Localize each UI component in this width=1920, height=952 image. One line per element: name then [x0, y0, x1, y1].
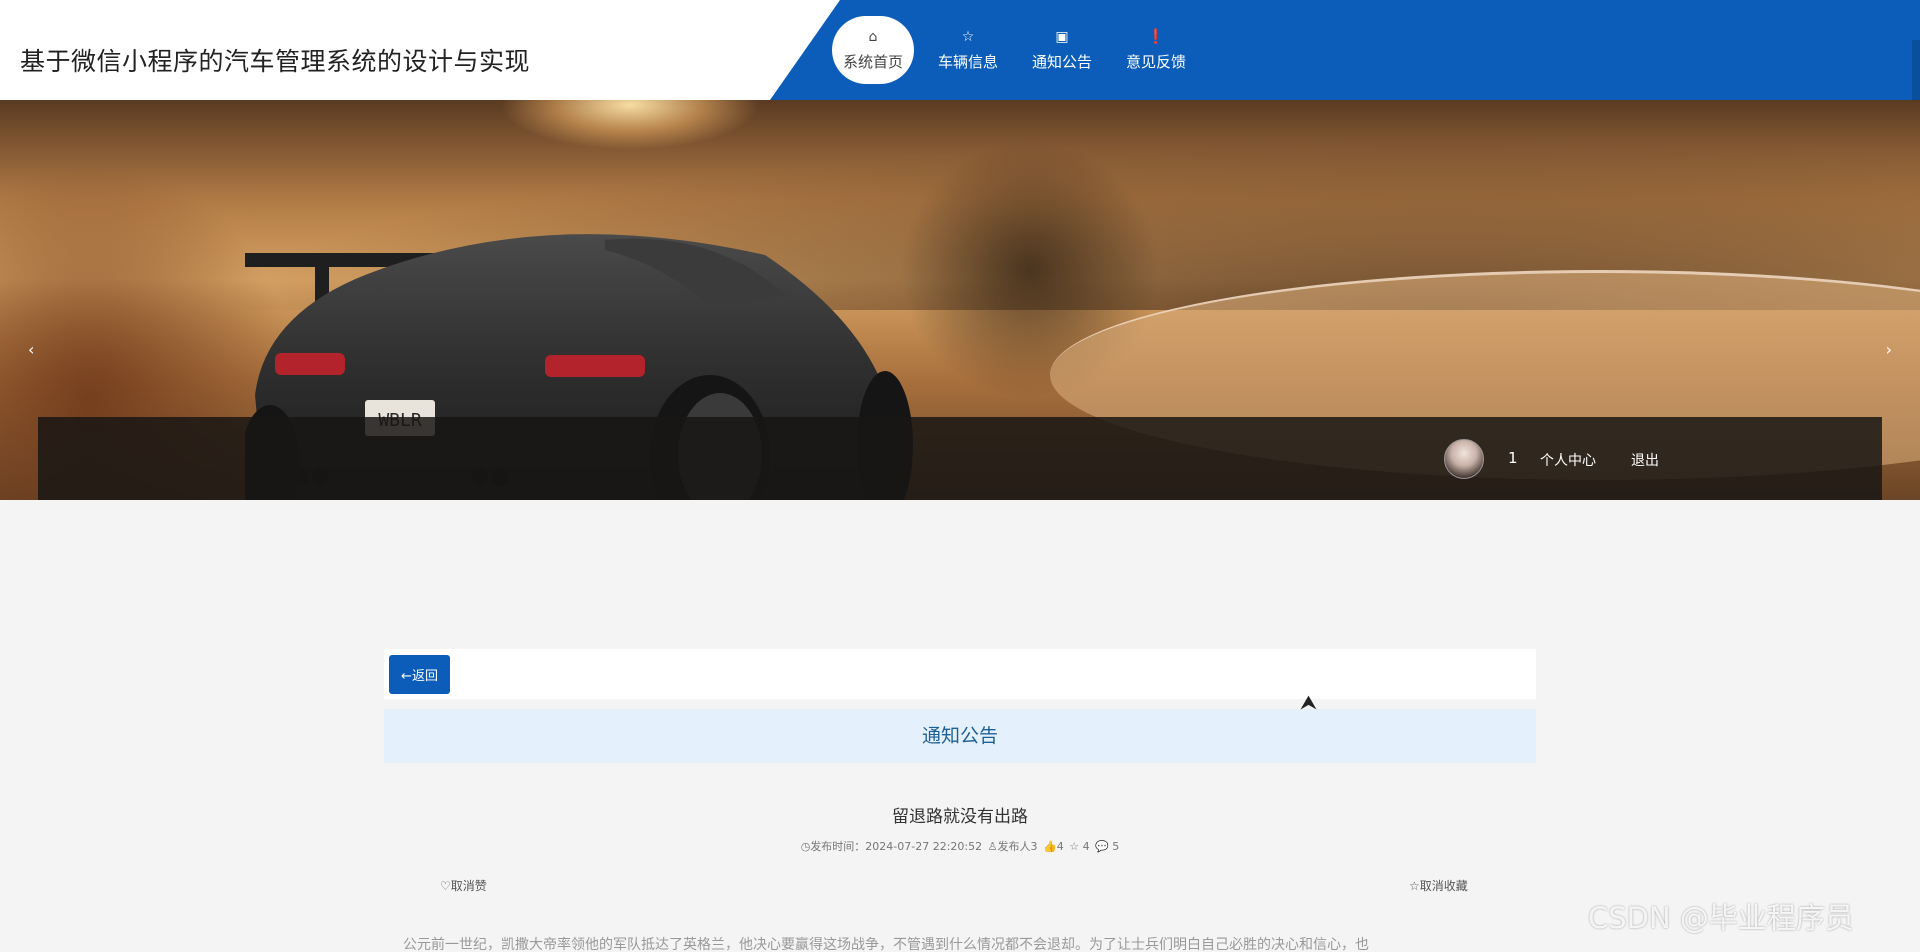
nav-item-vehicles[interactable]: ☆ 车辆信息	[924, 14, 1012, 86]
carousel-next-icon[interactable]: ›	[1886, 340, 1892, 359]
personal-center-link[interactable]: 个人中心	[1540, 450, 1596, 470]
mouse-cursor-icon: ⮝	[1300, 690, 1317, 714]
comment-count: 💬 5	[1095, 840, 1120, 853]
nav-item-feedback[interactable]: ❗ 意见反馈	[1112, 14, 1200, 86]
article-title: 留退路就没有出路	[892, 807, 1028, 827]
section-title: 通知公告	[384, 709, 1536, 763]
back-bar: ←返回	[384, 649, 1536, 699]
home-icon: ⌂	[868, 28, 878, 45]
nav-item-label: 车辆信息	[937, 52, 998, 71]
alert-icon: ❗	[1147, 28, 1165, 45]
star-icon: ☆	[961, 28, 975, 45]
user-bar: 1 个人中心 退出	[38, 417, 1882, 500]
scrollbar[interactable]	[1912, 40, 1920, 100]
article-meta: ◷发布时间：2024-07-27 22:20:52 ♙发布人3 👍4 ☆ 4 💬…	[384, 838, 1536, 854]
nav-item-label: 系统首页	[842, 52, 903, 71]
nav-item-home[interactable]: ⌂ 系统首页	[832, 16, 914, 84]
avatar[interactable]	[1444, 439, 1484, 479]
cancel-favorite-button[interactable]: ☆取消收藏	[1409, 877, 1468, 894]
top-header: 基于微信小程序的汽车管理系统的设计与实现 ⌂ 系统首页 ☆ 车辆信息 ▣ 通知公…	[0, 0, 1920, 100]
nav-item-label: 通知公告	[1031, 52, 1092, 71]
carousel-prev-icon[interactable]: ‹	[28, 340, 34, 359]
site-title: 基于微信小程序的汽车管理系统的设计与实现	[20, 47, 531, 76]
favorite-count: ☆ 4	[1069, 840, 1090, 853]
cancel-like-button[interactable]: ♡取消赞	[440, 877, 487, 894]
user-name: 1	[1508, 449, 1518, 467]
publisher: ♙发布人3	[987, 840, 1038, 853]
bag-icon: ▣	[1055, 28, 1069, 45]
watermark: CSDN @毕业程序员	[1588, 901, 1854, 935]
main-nav: ⌂ 系统首页 ☆ 车辆信息 ▣ 通知公告 ❗ 意见反馈	[832, 14, 1206, 86]
logout-link[interactable]: 退出	[1631, 450, 1659, 470]
publish-time: ◷发布时间：2024-07-27 22:20:52	[800, 840, 983, 853]
like-count: 👍4	[1043, 840, 1064, 853]
article-body: 公元前一世纪，凯撒大帝率领他的军队抵达了英格兰，他决心要赢得这场战争，不管遇到什…	[403, 937, 1369, 952]
nav-item-notices[interactable]: ▣ 通知公告	[1018, 14, 1106, 86]
back-button[interactable]: ←返回	[389, 655, 450, 694]
nav-item-label: 意见反馈	[1125, 52, 1186, 71]
